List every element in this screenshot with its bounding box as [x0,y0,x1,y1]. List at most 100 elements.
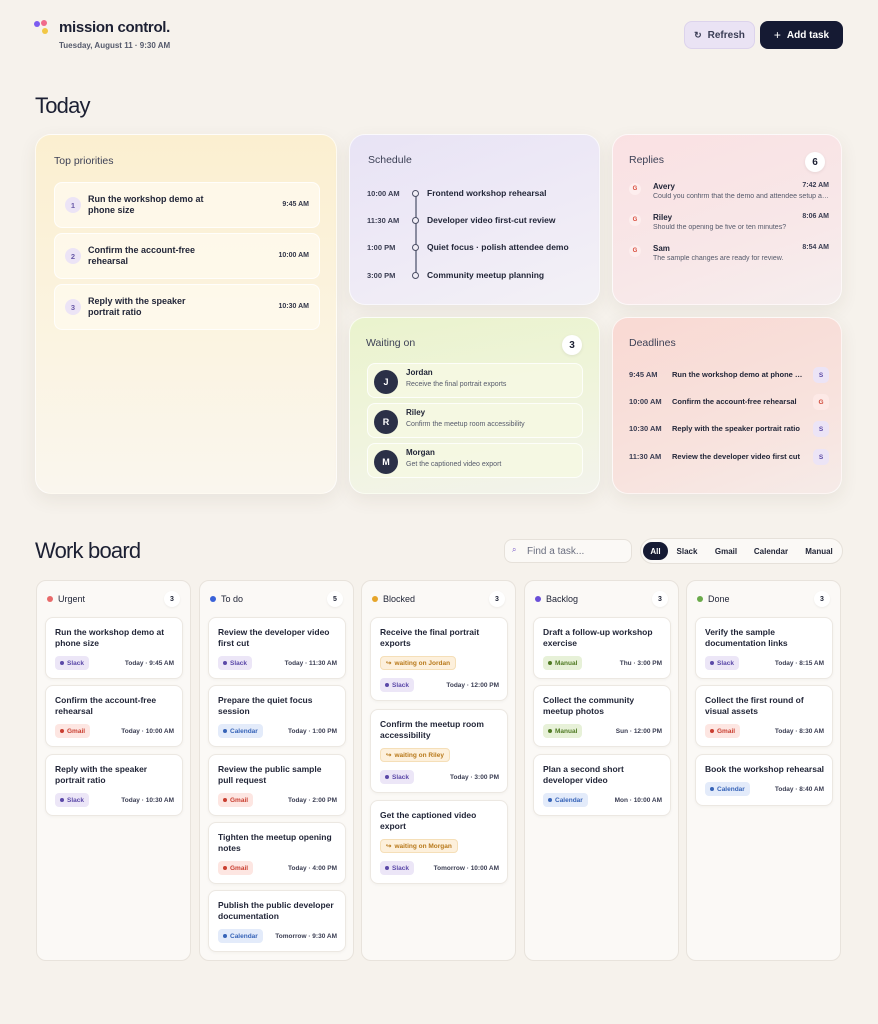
source-tag: Slack [380,770,414,784]
filter-slack[interactable]: Slack [672,542,702,560]
filter-all[interactable]: All [643,542,668,560]
card-title: Waiting on [366,337,416,349]
priority-item[interactable]: 1 Run the workshop demo at phone size 9:… [54,182,320,228]
filter-manual[interactable]: Manual [799,542,839,560]
source-filters: All Slack Gmail Calendar Manual [640,538,843,564]
task-search[interactable]: ⌕ [504,539,632,563]
source-tag: Slack [55,793,89,807]
task-card[interactable]: Reply with the speaker portrait ratio Sl… [45,754,183,816]
column-todo: To do 5 Review the developer video first… [199,580,354,961]
timeline-dot [412,272,419,279]
waiting-item[interactable]: J Jordan Receive the final portrait expo… [367,363,583,398]
timeline-line [415,195,417,275]
task-card[interactable]: Verify the sample documentation links Sl… [695,617,833,679]
reply-item[interactable]: G Riley 8:06 AM Should the opening be fi… [629,212,829,240]
reply-item[interactable]: G Sam 8:54 AM The sample changes are rea… [629,243,829,271]
work-board-heading: Work board [35,538,141,563]
card-title: Schedule [368,154,412,166]
source-tag: Calendar [705,782,750,796]
status-dot [697,596,703,602]
column-count: 3 [164,591,180,607]
task-card[interactable]: Confirm the account-free rehearsal Gmail… [45,685,183,747]
app-title: mission control. [59,19,171,36]
avatar: J [374,370,398,394]
task-card[interactable]: Book the workshop rehearsal Calendar Tod… [695,754,833,806]
waiting-tag: ↪ waiting on Riley [380,748,450,762]
deadline-item[interactable]: 9:45 AM Run the workshop demo at phone s… [629,367,829,385]
task-card[interactable]: Collect the first round of visual assets… [695,685,833,747]
search-input[interactable] [527,544,627,558]
gmail-icon: G [629,183,641,195]
task-card[interactable]: Review the developer video first cut Sla… [208,617,346,679]
refresh-button[interactable]: ↻ Refresh [684,21,755,49]
card-title: Top priorities [54,155,114,167]
source-tag: Calendar [543,793,588,807]
waiting-arrow-icon: ↪ [386,752,392,759]
avatar: M [374,450,398,474]
waiting-item[interactable]: R Riley Confirm the meetup room accessib… [367,403,583,438]
deadline-item[interactable]: 10:30 AM Reply with the speaker portrait… [629,421,829,439]
slack-icon: S [813,449,829,465]
schedule-item[interactable]: 10:00 AM Frontend workshop rehearsal [367,188,592,201]
column-done: Done 3 Verify the sample documentation l… [686,580,841,961]
deadline-item[interactable]: 10:00 AM Confirm the account-free rehear… [629,394,829,412]
timeline-dot [412,217,419,224]
filter-gmail[interactable]: Gmail [709,542,743,560]
reply-item[interactable]: G Avery 7:42 AM Could you confirm that t… [629,181,829,209]
schedule-item[interactable]: 3:00 PM Community meetup planning [367,270,592,283]
column-count: 3 [652,591,668,607]
deadlines-card: Deadlines 9:45 AM Run the workshop demo … [612,317,842,494]
column-count: 3 [814,591,830,607]
search-icon: ⌕ [512,545,517,554]
source-tag: Manual [543,724,583,738]
status-dot [210,596,216,602]
column-backlog: Backlog 3 Draft a follow-up workshop exe… [524,580,679,961]
waiting-on-card: Waiting on 3 J Jordan Receive the final … [349,317,600,494]
source-tag: Manual [543,656,583,670]
task-card[interactable]: Run the workshop demo at phone size Slac… [45,617,183,679]
source-tag: Gmail [218,793,254,807]
slack-icon: S [813,367,829,383]
add-task-button[interactable]: + Add task [760,21,843,49]
filter-calendar[interactable]: Calendar [750,542,792,560]
task-card[interactable]: Get the captioned video export ↪ waiting … [370,800,508,884]
priority-item[interactable]: 2 Confirm the account-free rehearsal 10:… [54,233,320,279]
column-count: 3 [489,591,505,607]
card-title: Deadlines [629,337,676,349]
task-card[interactable]: Prepare the quiet focus session Calendar… [208,685,346,747]
current-date: Tuesday, August 11 · 9:30 AM [59,41,171,50]
waiting-tag: ↪ waiting on Jordan [380,656,457,670]
waiting-arrow-icon: ↪ [386,843,392,850]
logo-icon [34,20,52,36]
replies-count-badge: 6 [805,152,825,172]
replies-card: Replies 6 G Avery 7:42 AM Could you conf… [612,134,842,305]
schedule-item[interactable]: 11:30 AM Developer video first-cut revie… [367,215,592,228]
schedule-card: Schedule 10:00 AM Frontend workshop rehe… [349,134,600,305]
source-tag: Calendar [218,724,263,738]
source-tag: Slack [380,861,414,875]
source-tag: Calendar [218,929,263,943]
column-blocked: Blocked 3 Receive the final portrait exp… [361,580,516,961]
source-tag: Gmail [55,724,91,738]
column-urgent: Urgent 3 Run the workshop demo at phone … [36,580,191,961]
waiting-count-badge: 3 [562,335,582,355]
schedule-item[interactable]: 1:00 PM Quiet focus · polish attendee de… [367,242,592,255]
avatar: R [374,410,398,434]
waiting-item[interactable]: M Morgan Get the captioned video export [367,443,583,478]
task-card[interactable]: Collect the community meetup photos Manu… [533,685,671,747]
gmail-icon: G [629,245,641,257]
task-card[interactable]: Tighten the meetup opening notes Gmail T… [208,822,346,884]
waiting-arrow-icon: ↪ [386,660,392,667]
task-card[interactable]: Review the public sample pull request Gm… [208,754,346,816]
task-card[interactable]: Confirm the meetup room accessibility ↪ w… [370,709,508,793]
task-card[interactable]: Publish the public developer documentati… [208,890,346,952]
waiting-tag: ↪ waiting on Morgan [380,839,458,853]
deadline-item[interactable]: 11:30 AM Review the developer video firs… [629,449,829,467]
task-card[interactable]: Plan a second short developer video Cale… [533,754,671,816]
source-tag: Gmail [218,861,254,875]
status-dot [372,596,378,602]
card-title: Replies [629,154,665,166]
priority-item[interactable]: 3 Reply with the speaker portrait ratio … [54,284,320,330]
task-card[interactable]: Draft a follow-up workshop exercise Manu… [533,617,671,679]
task-card[interactable]: Receive the final portrait exports ↪ wait… [370,617,508,701]
